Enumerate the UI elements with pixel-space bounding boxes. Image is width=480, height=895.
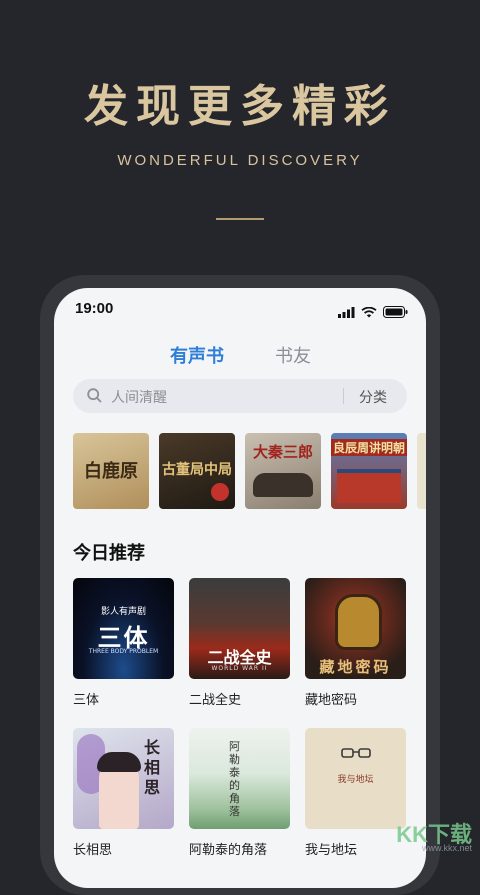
search-placeholder: 人间清醒 bbox=[111, 390, 167, 406]
book-title: 我与地坛 bbox=[305, 843, 358, 858]
book-title: 长相思 bbox=[73, 843, 113, 858]
cover-sub-text: WORLD WAR II bbox=[211, 665, 268, 672]
cover-title: 古董局中局 bbox=[162, 462, 232, 478]
search-input[interactable]: 人间清醒 分类 bbox=[73, 379, 407, 413]
category-button[interactable]: 分类 bbox=[359, 387, 387, 407]
featured-cover[interactable]: 白鹿原 bbox=[73, 433, 149, 509]
featured-cover[interactable]: 良辰周讲明朝 bbox=[331, 433, 407, 509]
book-cover: 我与地坛 bbox=[305, 728, 406, 829]
status-time: 19:00 bbox=[75, 300, 114, 317]
signal-icon bbox=[338, 303, 355, 322]
hero-divider bbox=[216, 218, 264, 220]
battery-icon bbox=[383, 303, 408, 322]
cover-title: 大秦三郎 bbox=[252, 443, 313, 461]
book-card[interactable]: 长相思 长相思 bbox=[73, 728, 174, 858]
book-card[interactable]: 我与地坛 我与地坛 bbox=[305, 728, 406, 858]
cover-main-text: 我与地坛 bbox=[337, 775, 374, 785]
glasses-icon bbox=[341, 744, 371, 763]
phone-screen: 19:00 有声书 书友 人间清醒 分类 白鹿原 古董局中局 大秦三郎 良辰周讲… bbox=[54, 288, 426, 888]
book-cover: 二战全史 WORLD WAR II bbox=[189, 578, 290, 679]
wifi-icon bbox=[361, 303, 377, 322]
book-card[interactable]: 二战全史 WORLD WAR II 二战全史 bbox=[189, 578, 290, 708]
featured-cover[interactable]: 古董局中局 bbox=[159, 433, 235, 509]
book-card[interactable]: 影人有声剧 三体 THREE BODY PROBLEM 三体 bbox=[73, 578, 174, 708]
search-divider bbox=[343, 388, 344, 404]
cover-top-text: 影人有声剧 bbox=[100, 607, 146, 617]
book-title: 藏地密码 bbox=[305, 693, 358, 708]
cover-main-text: 藏地密码 bbox=[319, 658, 392, 676]
cover-main-text: 阿勒泰的角落 bbox=[229, 740, 240, 818]
cover-main-text: 长相思 bbox=[144, 738, 161, 797]
section-title: 今日推荐 bbox=[73, 543, 145, 564]
tab-audiobooks[interactable]: 有声书 bbox=[170, 342, 224, 368]
tab-book-friends[interactable]: 书友 bbox=[275, 342, 311, 368]
book-cover: 影人有声剧 三体 THREE BODY PROBLEM bbox=[73, 578, 174, 679]
book-title: 二战全史 bbox=[189, 693, 242, 708]
watermark-url: www.kkx.net bbox=[421, 843, 472, 853]
book-cover: 长相思 bbox=[73, 728, 174, 829]
book-title: 三体 bbox=[73, 693, 100, 708]
book-title: 阿勒泰的角落 bbox=[189, 843, 268, 858]
featured-covers: 白鹿原 古董局中局 大秦三郎 良辰周讲明朝 bbox=[73, 433, 426, 509]
book-cover: 阿勒泰的角落 bbox=[189, 728, 290, 829]
book-cover: 藏地密码 bbox=[305, 578, 406, 679]
hero-title: 发现更多精彩 bbox=[84, 81, 396, 132]
book-card[interactable]: 藏地密码 藏地密码 bbox=[305, 578, 406, 708]
featured-cover[interactable]: 大秦三郎 bbox=[245, 433, 321, 509]
book-card[interactable]: 阿勒泰的角落 阿勒泰的角落 bbox=[189, 728, 290, 858]
cover-sub-text: THREE BODY PROBLEM bbox=[88, 648, 159, 655]
cover-title: 良辰周讲明朝 bbox=[331, 439, 407, 456]
featured-cover-partial[interactable] bbox=[417, 433, 426, 509]
search-icon bbox=[87, 388, 102, 407]
status-bar: 19:00 bbox=[54, 288, 426, 332]
tab-bar: 有声书 书友 bbox=[54, 342, 426, 372]
hero-subtitle: WONDERFUL DISCOVERY bbox=[117, 152, 363, 169]
cover-title: 白鹿原 bbox=[84, 461, 138, 482]
